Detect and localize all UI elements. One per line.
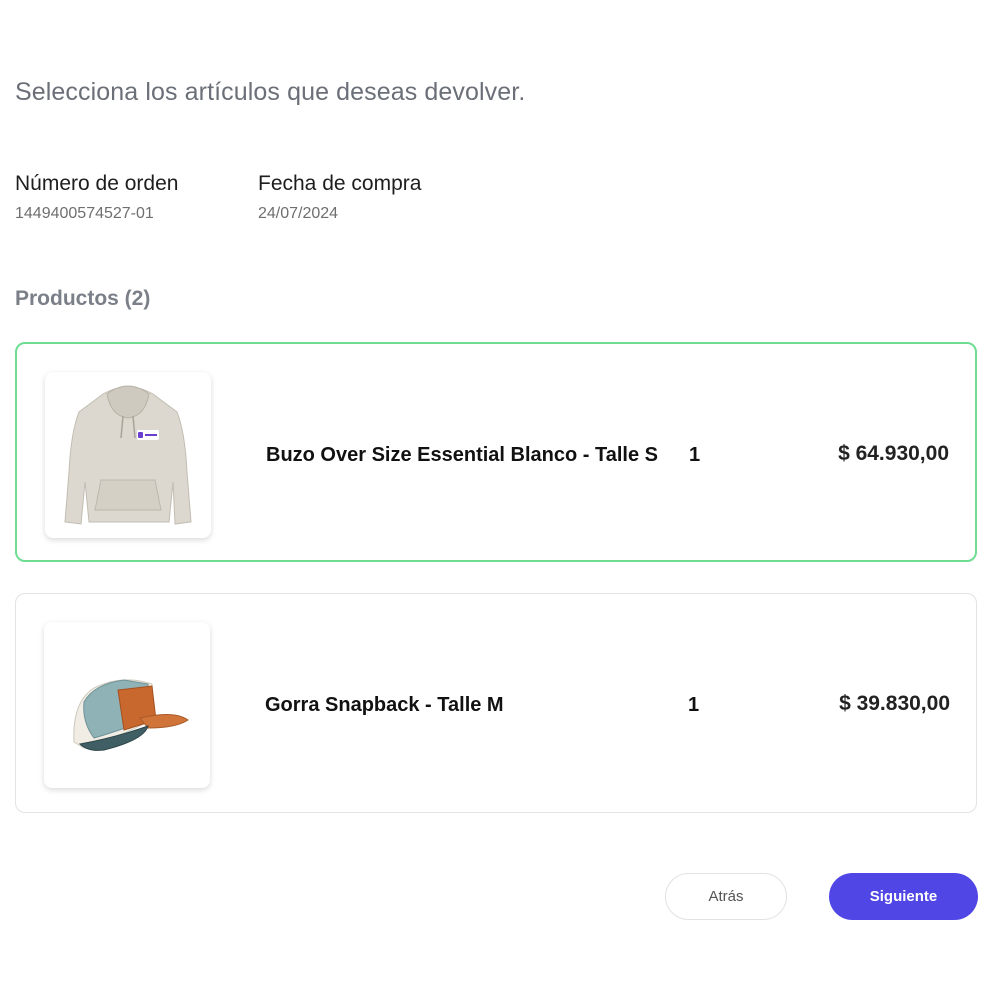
product-name: Gorra Snapback - Talle M [265,694,504,716]
order-number-label: Número de orden [15,172,179,195]
order-number: Número de orden 1449400574527-01 [15,172,178,223]
product-price: $ 64.930,00 [838,442,949,465]
product-card-hoodie[interactable]: Buzo Over Size Essential Blanco - Talle … [15,342,977,562]
purchase-date-label: Fecha de compra [258,172,422,195]
product-card-cap[interactable]: Gorra Snapback - Talle M 1 $ 39.830,00 [15,593,977,813]
product-thumbnail [44,622,210,788]
product-quantity: 1 [689,444,701,466]
hoodie-image [64,385,192,525]
order-number-value: 1449400574527-01 [15,205,154,222]
product-price: $ 39.830,00 [839,692,950,715]
back-button[interactable]: Atrás [665,873,787,920]
cap-image [73,679,189,751]
next-button[interactable]: Siguiente [829,873,978,920]
page-title: Selecciona los artículos que deseas devo… [15,78,526,106]
products-title: Productos (2) [15,287,151,310]
purchase-date: Fecha de compra 24/07/2024 [258,172,421,223]
purchase-date-value: 24/07/2024 [258,205,339,222]
product-name: Buzo Over Size Essential Blanco - Talle … [266,444,658,466]
product-quantity: 1 [688,694,700,716]
product-thumbnail [45,372,211,538]
